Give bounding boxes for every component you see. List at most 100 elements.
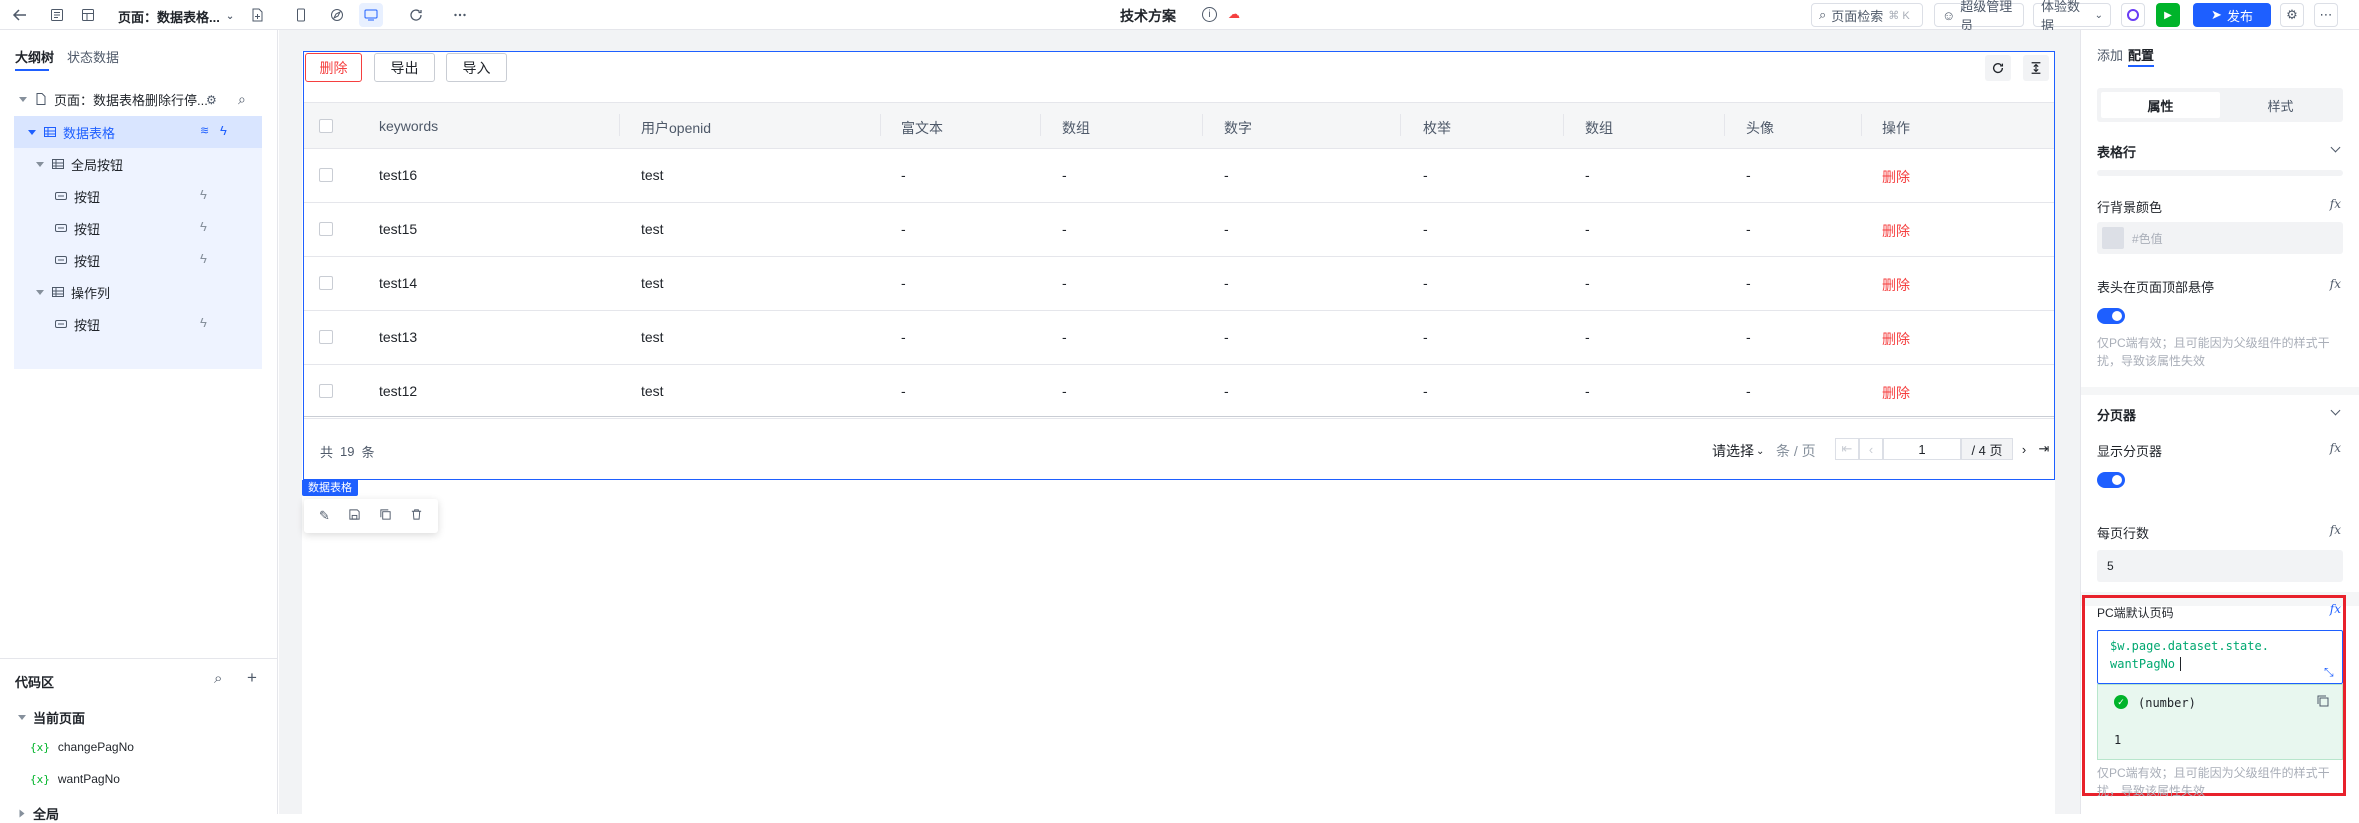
page-selector[interactable]: 页面：数据表格... ⌄	[118, 7, 234, 26]
section-pager[interactable]: 分页器	[2097, 405, 2136, 424]
sticky-header-toggle[interactable]	[2097, 308, 2125, 324]
row-checkbox[interactable]	[319, 276, 333, 290]
row-checkbox[interactable]	[319, 330, 333, 344]
more-icon[interactable]	[448, 3, 472, 27]
row-delete-link[interactable]: 删除	[1882, 383, 1910, 403]
bolt-icon[interactable]: ϟ	[200, 251, 207, 266]
table-refresh-button[interactable]	[1985, 55, 2011, 81]
page-rows-input[interactable]: 5	[2097, 550, 2343, 582]
column-resizer[interactable]	[1202, 114, 1203, 136]
row-bg-color-input[interactable]: #色值	[2097, 222, 2343, 254]
section-table-row[interactable]: 表格行	[2097, 142, 2136, 161]
column-resizer[interactable]	[1040, 114, 1041, 136]
compass-view-icon[interactable]	[325, 3, 349, 27]
layout-panel-icon[interactable]	[76, 3, 100, 27]
column-resizer[interactable]	[1861, 114, 1862, 136]
tab-add[interactable]: 添加	[2097, 45, 2123, 64]
refresh-icon[interactable]	[404, 3, 428, 27]
column-resizer[interactable]	[619, 114, 620, 136]
row-checkbox[interactable]	[319, 384, 333, 398]
fx-active-icon[interactable]: fx	[2330, 602, 2341, 616]
delete-icon[interactable]	[410, 508, 423, 524]
chevron-down-icon[interactable]	[2330, 142, 2341, 153]
tree-node-button[interactable]: 按钮	[14, 212, 262, 244]
tab-outline-tree[interactable]: 大纲树	[15, 47, 54, 66]
env-selector[interactable]: 体验数据 ⌄	[2033, 0, 2111, 33]
code-var-item[interactable]: {x} wantPagNo	[30, 772, 120, 786]
fx-toggle-icon[interactable]: fx	[2330, 277, 2341, 291]
more-menu-button[interactable]: ⋯	[2314, 3, 2338, 27]
tree-node-action-column[interactable]: 操作列	[14, 276, 262, 308]
fx-toggle-icon[interactable]: fx	[2330, 441, 2341, 455]
expand-icon[interactable]: ⤡	[2324, 665, 2338, 679]
tree-node-button[interactable]: 按钮	[14, 308, 262, 340]
add-page-icon[interactable]	[245, 3, 269, 27]
page-number-input[interactable]: 1	[1883, 438, 1961, 460]
table-density-button[interactable]	[2023, 55, 2049, 81]
run-preview-button[interactable]: ▶	[2156, 3, 2180, 27]
page-size-select[interactable]: 请选择 ⌄	[1712, 441, 1764, 461]
row-delete-link[interactable]: 删除	[1882, 167, 1910, 187]
page-search-button[interactable]: ⌕ 页面检索 ⌘ K	[1811, 3, 1923, 27]
desktop-view-icon[interactable]	[359, 3, 383, 27]
row-delete-link[interactable]: 删除	[1882, 275, 1910, 295]
publish-button[interactable]: ➤ 发布	[2193, 3, 2271, 27]
tab-state-data[interactable]: 状态数据	[67, 47, 119, 66]
column-resizer[interactable]	[880, 114, 881, 136]
back-arrow-icon[interactable]	[8, 3, 32, 27]
column-resizer[interactable]	[1400, 114, 1401, 136]
next-page-button[interactable]: ›	[2013, 438, 2035, 460]
delete-button[interactable]: 删除	[305, 53, 362, 82]
tab-properties[interactable]: 属性	[2101, 92, 2220, 118]
user-menu[interactable]: ☺ 超级管理员	[1934, 0, 2024, 33]
prev-page-button[interactable]: ‹	[1859, 438, 1883, 460]
row-delete-link[interactable]: 删除	[1882, 329, 1910, 349]
debug-button[interactable]	[2121, 3, 2145, 27]
tree-node-button[interactable]: 按钮	[14, 244, 262, 276]
import-button[interactable]: 导入	[446, 53, 507, 82]
export-button[interactable]: 导出	[374, 53, 435, 82]
tree-node-global-buttons[interactable]: 全局按钮	[14, 148, 262, 180]
last-page-button[interactable]: ⇥	[2035, 438, 2053, 460]
outline-panel-icon[interactable]	[45, 3, 69, 27]
table-row[interactable]: test14 test - - - - - - 删除	[304, 257, 2054, 311]
search-icon[interactable]: ⌕	[214, 670, 222, 687]
tree-node-button[interactable]: 按钮	[14, 180, 262, 212]
info-icon[interactable]: i	[1202, 7, 1217, 22]
add-icon[interactable]: +	[247, 668, 257, 688]
bolt-icon[interactable]: ϟ	[200, 219, 207, 234]
tab-config[interactable]: 配置	[2128, 45, 2154, 64]
save-icon[interactable]	[348, 508, 361, 524]
tree-node-page[interactable]: 页面：数据表格删除行停...	[14, 83, 262, 115]
select-all-checkbox[interactable]	[319, 119, 333, 133]
bolt-icon[interactable]: ϟ	[200, 315, 207, 330]
fx-toggle-icon[interactable]: fx	[2330, 197, 2341, 211]
expression-editor[interactable]: $w.page.dataset.state. wantPagNo ⤡	[2097, 630, 2343, 684]
mobile-view-icon[interactable]	[289, 3, 313, 27]
bolt-icon[interactable]: ϟ	[220, 123, 227, 138]
code-group-current-page[interactable]: 当前页面	[18, 708, 85, 727]
stack-icon[interactable]: ≋	[200, 124, 209, 137]
show-pager-toggle[interactable]	[2097, 472, 2125, 488]
first-page-button[interactable]: ⇤	[1835, 438, 1859, 460]
settings-button[interactable]: ⚙	[2280, 3, 2304, 27]
color-swatch[interactable]	[2102, 227, 2124, 249]
code-var-item[interactable]: {x} changePagNo	[30, 740, 134, 754]
row-checkbox[interactable]	[319, 168, 333, 182]
copy-icon[interactable]	[2316, 694, 2330, 711]
table-row[interactable]: test16 test - - - - - - 删除	[304, 149, 2054, 203]
data-table-component[interactable]: 删除 导出 导入 keywords 用户openid 富文本 数组 数字 枚举 …	[303, 51, 2055, 480]
column-resizer[interactable]	[1563, 114, 1564, 136]
table-row[interactable]: test12 test - - - - - - 删除	[304, 365, 2054, 419]
bolt-icon[interactable]: ϟ	[200, 187, 207, 202]
table-row[interactable]: test15 test - - - - - - 删除	[304, 203, 2054, 257]
row-checkbox[interactable]	[319, 222, 333, 236]
gear-icon[interactable]: ⚙	[206, 93, 217, 107]
cloud-sync-icon[interactable]: ☁	[1228, 7, 1240, 21]
row-delete-link[interactable]: 删除	[1882, 221, 1910, 241]
chevron-down-icon[interactable]	[2330, 405, 2341, 416]
copy-icon[interactable]	[379, 508, 392, 524]
fx-toggle-icon[interactable]: fx	[2330, 523, 2341, 537]
tab-styles[interactable]: 样式	[2221, 92, 2340, 118]
column-resizer[interactable]	[1724, 114, 1725, 136]
